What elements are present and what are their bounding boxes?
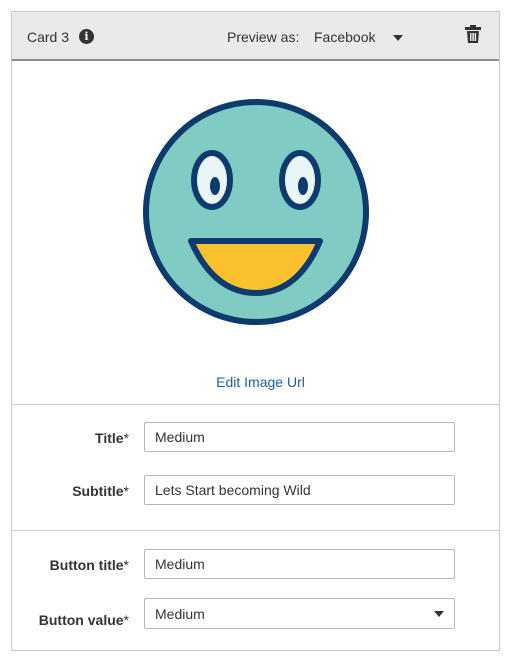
card-header: Card 3 i Preview as: Facebook (12, 12, 499, 61)
button-value-select[interactable]: Medium (144, 598, 455, 629)
title-input[interactable] (144, 422, 455, 452)
subtitle-label: Subtitle* (72, 483, 129, 499)
button-value-label: Button value* (38, 612, 129, 628)
smiley-face-image (143, 99, 369, 325)
info-icon[interactable]: i (79, 29, 94, 44)
chevron-down-icon (434, 611, 444, 617)
title-label: Title* (95, 430, 129, 446)
card-title: Card 3 (27, 29, 70, 45)
divider (12, 404, 499, 405)
subtitle-input[interactable] (144, 475, 455, 505)
divider (12, 530, 499, 531)
preview-platform-value: Facebook (314, 29, 376, 45)
edit-image-url-link[interactable]: Edit Image Url (12, 374, 509, 390)
button-title-label: Button title* (49, 557, 129, 573)
preview-platform-dropdown[interactable]: Facebook (304, 22, 414, 52)
card-image-area: Edit Image Url (12, 61, 499, 404)
card-editor: Card 3 i Preview as: Facebook Edit Image… (11, 11, 500, 651)
chevron-down-icon (393, 35, 403, 41)
trash-icon[interactable] (465, 25, 481, 43)
button-title-input[interactable] (144, 549, 455, 579)
button-value-selected: Medium (155, 606, 205, 622)
preview-as-label: Preview as: (227, 29, 300, 45)
